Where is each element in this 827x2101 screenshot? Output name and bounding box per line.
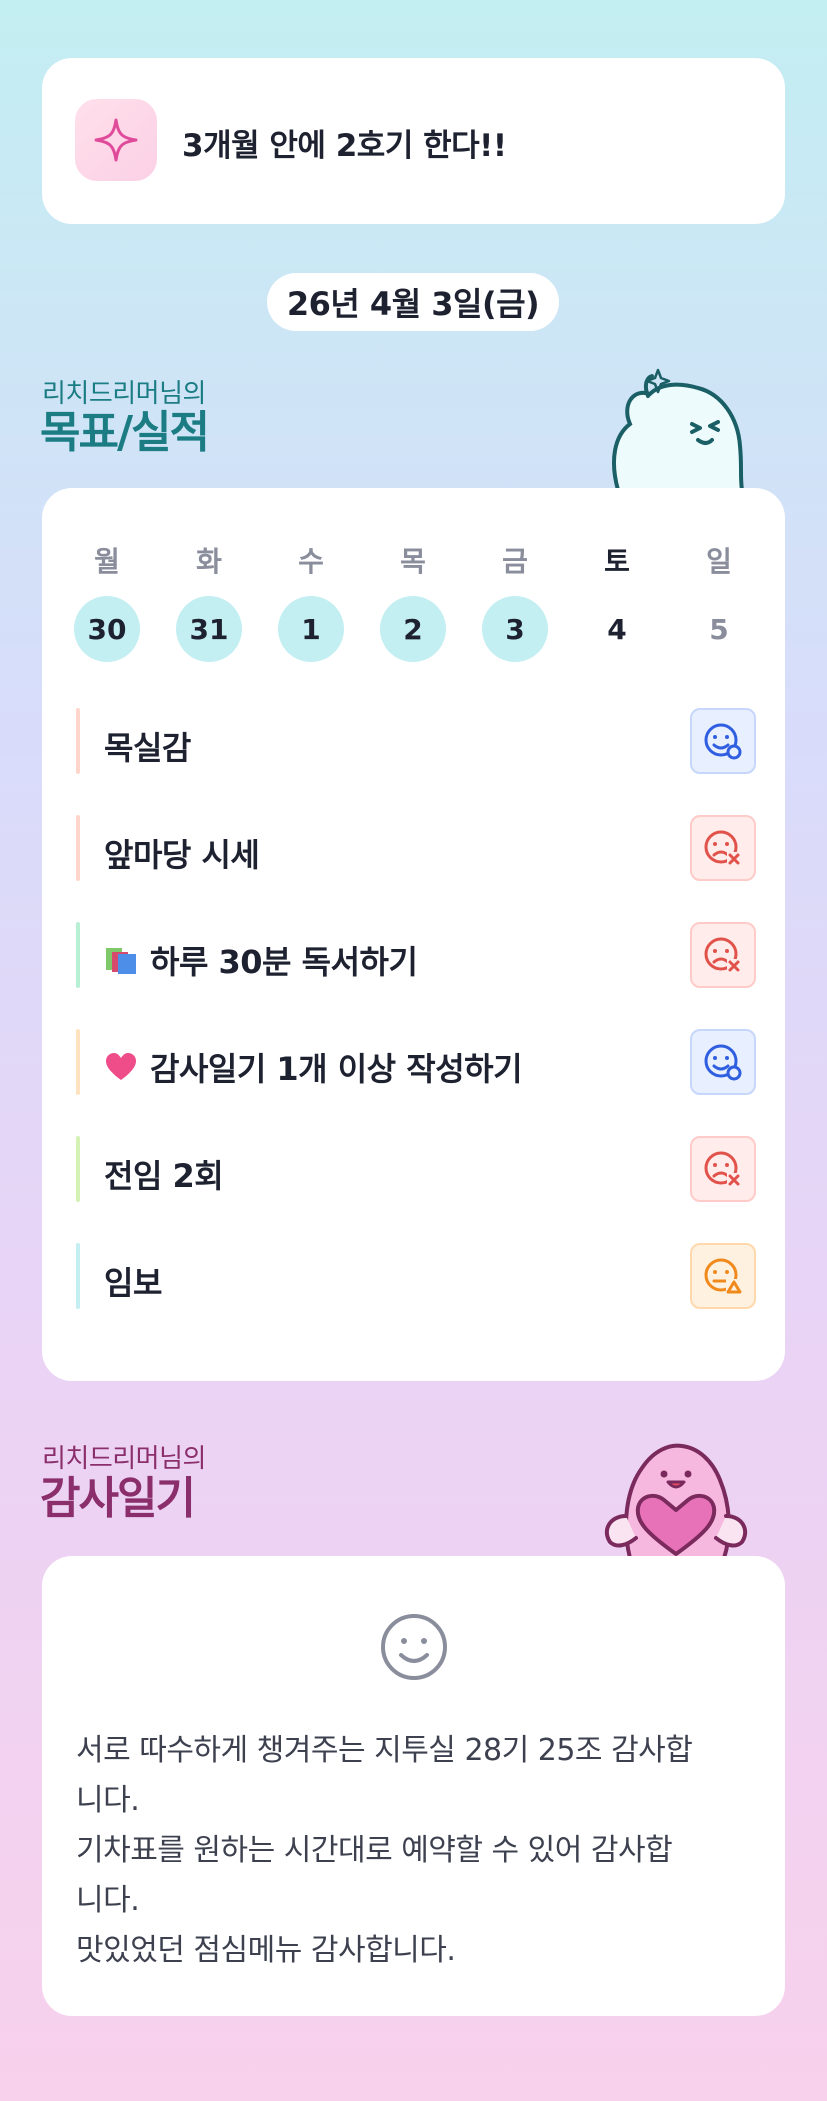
sparkle-icon xyxy=(75,99,157,181)
task-label: 앞마당 시세 xyxy=(104,836,260,874)
task-row[interactable]: 앞마당 시세 xyxy=(76,815,756,881)
weekday-label: 화 xyxy=(196,545,222,578)
gratitude-line: 니다. xyxy=(76,1783,140,1818)
heart-icon xyxy=(106,1053,136,1080)
task-color-bar xyxy=(76,1136,80,1202)
gratitude-line: 기차표를 원하는 시간대로 예약할 수 있어 감사합 xyxy=(76,1833,673,1868)
weekday-label: 목 xyxy=(400,545,426,578)
task-row[interactable]: 임보 xyxy=(76,1243,756,1309)
gratitude-line: 니다. xyxy=(76,1883,140,1918)
status-bad-icon[interactable] xyxy=(690,815,756,881)
books-icon xyxy=(106,948,136,974)
task-label: 임보 xyxy=(104,1264,162,1302)
day-cell[interactable]: 4 xyxy=(584,596,650,662)
task-color-bar xyxy=(76,708,80,774)
weekday-label: 수 xyxy=(298,545,324,578)
gratitude-text: 서로 따수하게 챙겨주는 지투실 28기 25조 감사합 니다. 기차표를 원하… xyxy=(76,1726,766,1976)
day-cell[interactable]: 3 xyxy=(482,596,548,662)
status-partial-icon[interactable] xyxy=(690,1243,756,1309)
mascot-heart-illustration xyxy=(604,1443,748,1558)
weekday-label: 금 xyxy=(502,545,528,578)
task-label: 전임 2회 xyxy=(104,1157,224,1195)
task-color-bar xyxy=(76,1243,80,1309)
day-cell[interactable]: 5 xyxy=(686,596,752,662)
task-color-bar xyxy=(76,1029,80,1095)
weekday-label-today: 토 xyxy=(604,545,630,578)
mascot-illustration xyxy=(612,368,745,490)
status-good-icon[interactable] xyxy=(690,708,756,774)
task-row[interactable]: 하루 30분 독서하기 xyxy=(76,922,756,988)
weekday-label: 일 xyxy=(706,545,732,578)
goals-card: 월 화 수 목 금 토 일 30 31 1 2 3 4 5 목실감 앞마당 시세… xyxy=(42,488,785,1381)
goal-text: 3개월 안에 2호기 한다!! xyxy=(182,128,507,164)
weekday-label: 월 xyxy=(94,545,120,578)
goals-section-title: 목표/실적 xyxy=(40,407,210,458)
task-color-bar xyxy=(76,815,80,881)
task-label: 하루 30분 독서하기 xyxy=(104,937,418,983)
day-cell[interactable]: 1 xyxy=(278,596,344,662)
task-row[interactable]: 전임 2회 xyxy=(76,1136,756,1202)
date-selector[interactable]: 26년 4월 3일(금) xyxy=(267,273,559,331)
smile-icon xyxy=(381,1614,447,1680)
status-good-icon[interactable] xyxy=(690,1029,756,1095)
gratitude-card[interactable]: 서로 따수하게 챙겨주는 지투실 28기 25조 감사합 니다. 기차표를 원하… xyxy=(42,1556,785,2016)
gratitude-line: 맛있었던 점심메뉴 감사합니다. xyxy=(76,1933,456,1968)
task-label: 감사일기 1개 이상 작성하기 xyxy=(104,1044,523,1090)
day-cell[interactable]: 2 xyxy=(380,596,446,662)
goal-banner[interactable]: 3개월 안에 2호기 한다!! xyxy=(42,58,785,224)
status-bad-icon[interactable] xyxy=(690,922,756,988)
gratitude-line: 서로 따수하게 챙겨주는 지투실 28기 25조 감사합 xyxy=(76,1733,693,1768)
task-color-bar xyxy=(76,922,80,988)
task-label: 목실감 xyxy=(104,729,191,767)
task-row[interactable]: 목실감 xyxy=(76,708,756,774)
day-cell[interactable]: 30 xyxy=(74,596,140,662)
status-bad-icon[interactable] xyxy=(690,1136,756,1202)
gratitude-section-title: 감사일기 xyxy=(40,1473,196,1524)
day-cell[interactable]: 31 xyxy=(176,596,242,662)
task-row[interactable]: 감사일기 1개 이상 작성하기 xyxy=(76,1029,756,1095)
